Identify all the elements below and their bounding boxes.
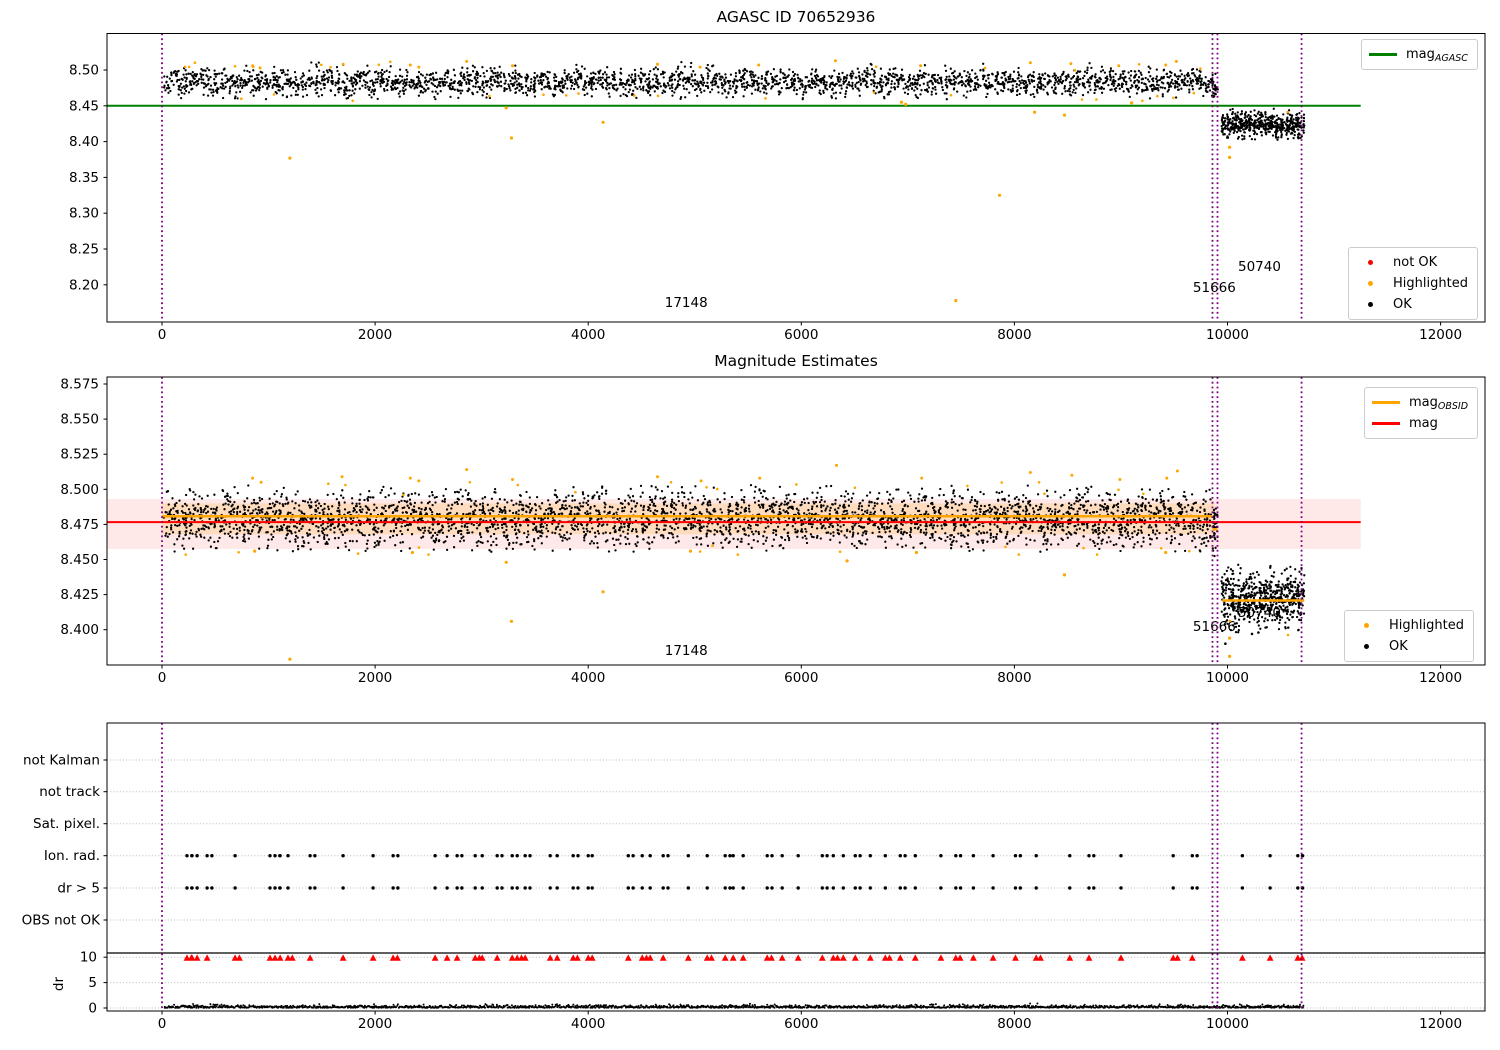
svg-text:2000: 2000 — [358, 327, 392, 343]
svg-text:6000: 6000 — [784, 327, 818, 343]
svg-text:0: 0 — [158, 670, 167, 686]
svg-text:6000: 6000 — [784, 670, 818, 686]
legend-marker-swatch — [1352, 623, 1380, 628]
legend-label: magOBSID — [1409, 395, 1469, 412]
legend-label: OK — [1389, 639, 1408, 654]
legend-line-swatch — [1369, 53, 1397, 56]
plot1-ok-points — [163, 60, 1306, 141]
obsid-annotation: 17148 — [665, 643, 708, 659]
plot2-marker-legend: Highlighted OK — [1344, 610, 1474, 662]
legend-line-swatch — [1372, 401, 1400, 404]
plot3-area — [107, 723, 1485, 1011]
obsid-annotation: 51666 — [1193, 280, 1236, 296]
svg-text:8.525: 8.525 — [60, 447, 99, 463]
obsid-annotation: 17148 — [665, 295, 708, 311]
legend-entry: magAGASC — [1369, 44, 1468, 65]
legend-entry: mag — [1372, 413, 1468, 434]
svg-text:8.575: 8.575 — [60, 377, 99, 393]
svg-text:8.20: 8.20 — [69, 277, 99, 293]
flag-category-label: dr > 5 — [57, 881, 100, 897]
legend-label: Highlighted — [1393, 276, 1468, 291]
plot2-title: Magnitude Estimates — [714, 352, 878, 370]
legend-entry: not OK — [1356, 252, 1468, 273]
legend-entry: magOBSID — [1372, 392, 1468, 413]
svg-text:0: 0 — [158, 1016, 167, 1032]
flag-points — [185, 853, 1305, 890]
svg-text:8.425: 8.425 — [60, 587, 99, 603]
svg-text:8.550: 8.550 — [60, 412, 99, 428]
svg-text:0: 0 — [88, 1001, 97, 1017]
legend-entry: Highlighted — [1352, 615, 1464, 636]
chart-canvas: 1714851666507400 2000 4000 6000 8000 10000 120… — [22, 33, 1486, 1032]
legend-marker-swatch — [1356, 302, 1384, 307]
legend-label: not OK — [1393, 255, 1438, 270]
flag-category-label: not track — [39, 784, 100, 800]
plot1-line-legend: magAGASC — [1361, 39, 1478, 70]
svg-text:8.40: 8.40 — [69, 134, 99, 150]
svg-text:4000: 4000 — [571, 670, 605, 686]
legend-label: mag — [1409, 416, 1438, 431]
svg-text:8.45: 8.45 — [69, 98, 99, 114]
legend-label: Highlighted — [1389, 618, 1464, 633]
svg-text:2000: 2000 — [358, 670, 392, 686]
plot1-title: AGASC ID 70652936 — [716, 8, 876, 26]
flag-category-label: Sat. pixel. — [33, 816, 100, 832]
svg-text:8000: 8000 — [997, 670, 1031, 686]
figure: 17148 51666 50740 0 2000 4000 6000 8000 10000 120… — [0, 0, 1500, 1050]
svg-text:8000: 8000 — [997, 327, 1031, 343]
svg-text:8000: 8000 — [997, 1016, 1031, 1032]
legend-entry: OK — [1352, 636, 1464, 657]
dr-clipped-markers — [183, 954, 1306, 961]
legend-marker-swatch — [1356, 281, 1384, 286]
svg-text:12000: 12000 — [1419, 327, 1462, 343]
svg-text:5: 5 — [88, 975, 97, 991]
svg-text:8.500: 8.500 — [60, 482, 99, 498]
svg-text:12000: 12000 — [1419, 1016, 1462, 1032]
svg-text:8.50: 8.50 — [69, 63, 99, 79]
obsid-annotation: 50740 — [1238, 259, 1281, 275]
svg-text:8.450: 8.450 — [60, 552, 99, 568]
svg-text:8.475: 8.475 — [60, 517, 99, 533]
plot1-marker-legend: not OK Highlighted OK — [1348, 247, 1478, 320]
legend-label: magAGASC — [1406, 47, 1468, 64]
svg-text:8.35: 8.35 — [69, 170, 99, 186]
svg-text:8.25: 8.25 — [69, 242, 99, 258]
plot1-highlighted-points — [288, 100, 1232, 303]
svg-text:12000: 12000 — [1419, 670, 1462, 686]
plot1-area: 17148 5166650740 — [107, 33, 1361, 322]
plot2-highlighted-points — [253, 549, 1232, 661]
plot2-area: 171485166650740 — [107, 377, 1361, 665]
svg-text:4000: 4000 — [571, 1016, 605, 1032]
legend-marker-swatch — [1352, 644, 1380, 649]
svg-text:10000: 10000 — [1206, 670, 1249, 686]
flag-category-label: OBS not OK — [22, 913, 102, 929]
svg-text:2000: 2000 — [358, 1016, 392, 1032]
legend-label: OK — [1393, 297, 1412, 312]
flag-category-label: not Kalman — [23, 753, 100, 769]
svg-text:8.400: 8.400 — [60, 622, 99, 638]
svg-text:6000: 6000 — [784, 1016, 818, 1032]
legend-line-swatch — [1372, 422, 1400, 425]
dr-axis-label: dr — [51, 976, 67, 991]
legend-marker-swatch — [1356, 260, 1384, 265]
dr-points — [163, 1002, 1305, 1009]
svg-text:0: 0 — [158, 327, 167, 343]
svg-text:8.30: 8.30 — [69, 206, 99, 222]
legend-entry: OK — [1356, 294, 1468, 315]
svg-text:10: 10 — [80, 950, 97, 966]
flag-category-label: Ion. rad. — [44, 848, 100, 864]
svg-text:10000: 10000 — [1206, 1016, 1249, 1032]
plot2-line-legend: magOBSID mag — [1364, 387, 1479, 439]
svg-text:10000: 10000 — [1206, 327, 1249, 343]
svg-text:4000: 4000 — [571, 327, 605, 343]
legend-entry: Highlighted — [1356, 273, 1468, 294]
